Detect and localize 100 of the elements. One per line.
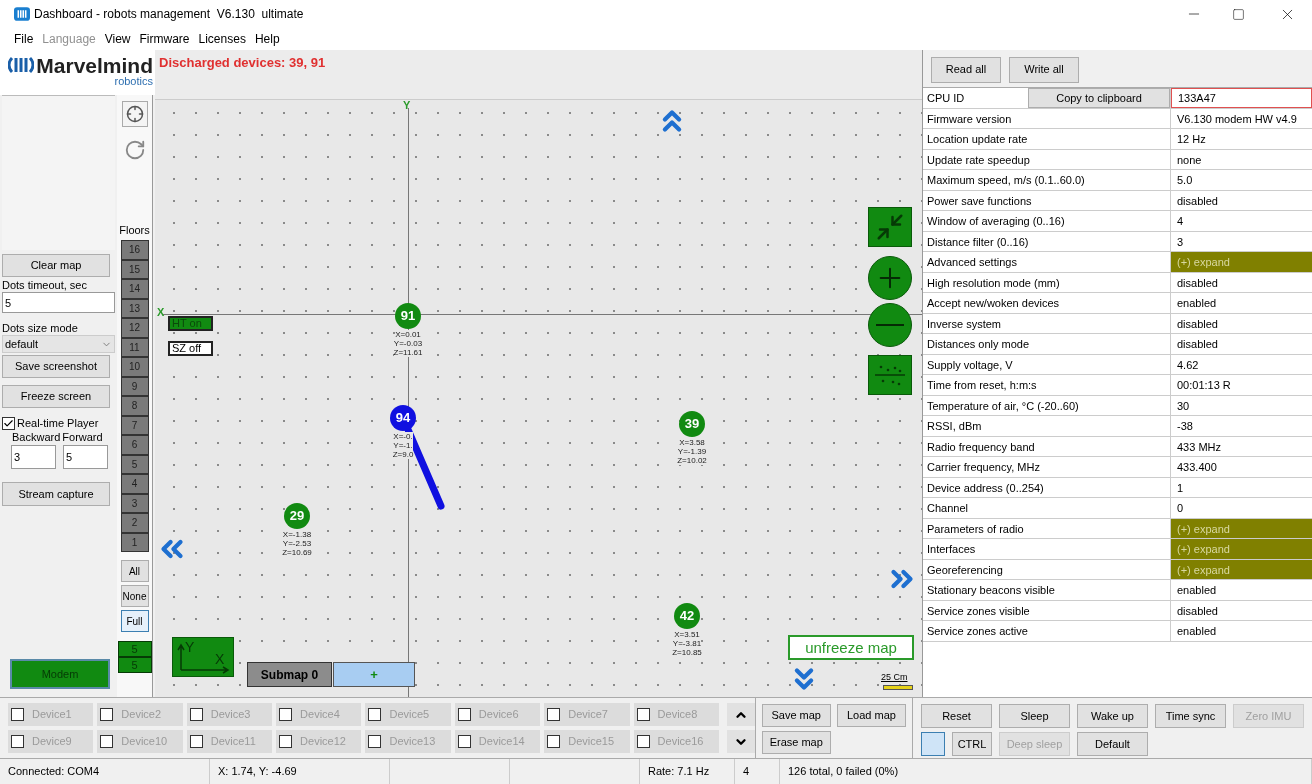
clear-map-button[interactable]: Clear map bbox=[2, 254, 110, 277]
map-action-button[interactable]: Load map bbox=[836, 704, 906, 727]
color-swatch[interactable] bbox=[921, 732, 945, 756]
device-toggle[interactable]: Device2 bbox=[97, 703, 183, 726]
device-toggle[interactable]: Device11 bbox=[186, 729, 273, 753]
device-toggle[interactable]: Device15 bbox=[544, 729, 630, 753]
beacon-marker[interactable]: 29 bbox=[284, 503, 310, 529]
write-all-button[interactable]: Write all bbox=[1009, 56, 1079, 83]
backward-field[interactable]: 3 bbox=[11, 445, 56, 469]
checkbox[interactable] bbox=[11, 708, 24, 721]
device-toggle[interactable]: Device13 bbox=[365, 729, 451, 753]
floor-button[interactable]: 9 bbox=[120, 376, 149, 396]
floor-filter-button[interactable]: All bbox=[120, 560, 149, 582]
command-button[interactable]: Default bbox=[1077, 732, 1148, 756]
floor-button[interactable]: 8 bbox=[120, 396, 149, 416]
floor-button[interactable]: 4 bbox=[120, 474, 149, 494]
checkbox[interactable] bbox=[279, 734, 293, 748]
floor-button[interactable]: 1 bbox=[120, 532, 149, 552]
zoom-out-button[interactable] bbox=[868, 303, 912, 347]
checkbox[interactable] bbox=[636, 708, 650, 721]
floor-button[interactable]: 12 bbox=[120, 318, 149, 338]
floor-button[interactable]: 7 bbox=[120, 415, 149, 435]
floor-button[interactable]: 5 bbox=[120, 454, 149, 474]
crosshair-tool[interactable] bbox=[121, 101, 148, 127]
checkbox[interactable] bbox=[457, 734, 471, 748]
expand-cell[interactable]: (+) expand bbox=[1171, 539, 1312, 559]
menu-item[interactable]: Firmware bbox=[139, 30, 190, 48]
checkbox[interactable] bbox=[547, 708, 561, 721]
floor-filter-button[interactable]: None bbox=[120, 585, 149, 607]
floor-button[interactable]: 16 bbox=[120, 240, 149, 260]
map-action-button[interactable]: Erase map bbox=[761, 731, 831, 754]
floor-button[interactable]: 6 bbox=[120, 435, 149, 455]
freeze-screen-button[interactable]: Freeze screen bbox=[2, 385, 110, 408]
stream-capture-button[interactable]: Stream capture bbox=[2, 482, 110, 506]
maximize-icon[interactable] bbox=[1232, 7, 1245, 21]
checkbox[interactable] bbox=[279, 708, 293, 721]
unfreeze-map-button[interactable]: unfreeze map bbox=[788, 635, 914, 660]
beacon-marker[interactable]: 91 bbox=[395, 303, 421, 329]
dots-timeout-field[interactable]: 5 bbox=[2, 292, 115, 313]
menu-item[interactable]: Licenses bbox=[198, 30, 246, 48]
floor-button[interactable]: 15 bbox=[120, 259, 149, 279]
device-toggle[interactable]: Device3 bbox=[186, 703, 273, 726]
device-toggle[interactable]: Device12 bbox=[276, 729, 362, 753]
beacon-marker[interactable]: 39 bbox=[679, 411, 705, 437]
floor-filter-button[interactable]: Full bbox=[120, 610, 149, 632]
read-all-button[interactable]: Read all bbox=[931, 56, 1001, 83]
checkbox[interactable] bbox=[457, 708, 471, 721]
expand-cell[interactable]: (+) expand bbox=[1171, 252, 1312, 272]
map-toggle[interactable]: SZ off bbox=[168, 341, 213, 356]
device-toggle[interactable]: Device7 bbox=[544, 703, 630, 726]
checkbox[interactable] bbox=[368, 734, 382, 748]
dots-view-button[interactable] bbox=[868, 355, 912, 395]
device-toggle[interactable]: Device10 bbox=[97, 729, 183, 753]
checkbox[interactable] bbox=[11, 734, 24, 748]
up-button[interactable] bbox=[726, 703, 755, 726]
command-button[interactable]: Wake up bbox=[1077, 704, 1148, 728]
expand-cell[interactable]: (+) expand bbox=[1171, 559, 1312, 579]
menu-item[interactable]: View bbox=[104, 30, 131, 48]
beacon-marker[interactable]: 94 bbox=[390, 405, 416, 431]
forward-field[interactable]: 5 bbox=[63, 445, 108, 469]
checkbox[interactable] bbox=[2, 417, 15, 430]
device-toggle[interactable]: Device16 bbox=[633, 729, 719, 753]
device-toggle[interactable]: Device9 bbox=[8, 729, 94, 753]
device-toggle[interactable]: Device14 bbox=[454, 729, 541, 753]
zoom-in-button[interactable] bbox=[868, 256, 912, 300]
dots-size-select[interactable]: default bbox=[2, 335, 115, 353]
save-screenshot-button[interactable]: Save screenshot bbox=[2, 355, 110, 378]
menu-item[interactable]: File bbox=[14, 30, 34, 48]
device-toggle[interactable]: Device1 bbox=[8, 703, 94, 726]
floor-button[interactable]: 2 bbox=[120, 513, 149, 533]
command-button[interactable]: Time sync bbox=[1155, 704, 1226, 728]
floor-button[interactable]: 3 bbox=[120, 493, 149, 513]
fit-view-button[interactable] bbox=[868, 207, 912, 247]
menu-item[interactable]: Help bbox=[254, 30, 280, 48]
command-button[interactable]: Reset bbox=[921, 704, 992, 728]
floor-button[interactable]: 13 bbox=[120, 298, 149, 318]
map-toggle[interactable]: HT on bbox=[168, 316, 213, 331]
checkbox[interactable] bbox=[547, 734, 561, 748]
beacon-marker[interactable]: 42 bbox=[674, 603, 700, 629]
floor-button[interactable]: 11 bbox=[120, 337, 149, 357]
checkbox[interactable] bbox=[100, 708, 114, 721]
submap-tab[interactable]: Submap 0 bbox=[247, 662, 332, 687]
expand-cell[interactable]: (+) expand bbox=[1171, 518, 1312, 538]
device-toggle[interactable]: Device6 bbox=[454, 703, 541, 726]
checkbox[interactable] bbox=[189, 734, 203, 748]
copy-to-clipboard-button[interactable]: Copy to clipboard bbox=[1028, 88, 1170, 108]
device-toggle[interactable]: Device8 bbox=[633, 703, 719, 726]
floor-button[interactable]: 10 bbox=[120, 357, 149, 377]
checkbox[interactable] bbox=[189, 708, 203, 721]
map-action-button[interactable]: Save map bbox=[761, 704, 831, 727]
command-button[interactable]: CTRL bbox=[952, 732, 992, 756]
checkbox[interactable] bbox=[636, 734, 650, 748]
command-button[interactable]: Sleep bbox=[999, 704, 1070, 728]
floor-button[interactable]: 14 bbox=[120, 279, 149, 299]
modem-button[interactable]: Modem bbox=[10, 659, 110, 689]
add-submap-button[interactable]: + bbox=[333, 662, 415, 687]
checkbox[interactable] bbox=[100, 734, 114, 748]
checkbox[interactable] bbox=[368, 708, 382, 721]
device-toggle[interactable]: Device4 bbox=[276, 703, 362, 726]
device-toggle[interactable]: Device5 bbox=[365, 703, 451, 726]
